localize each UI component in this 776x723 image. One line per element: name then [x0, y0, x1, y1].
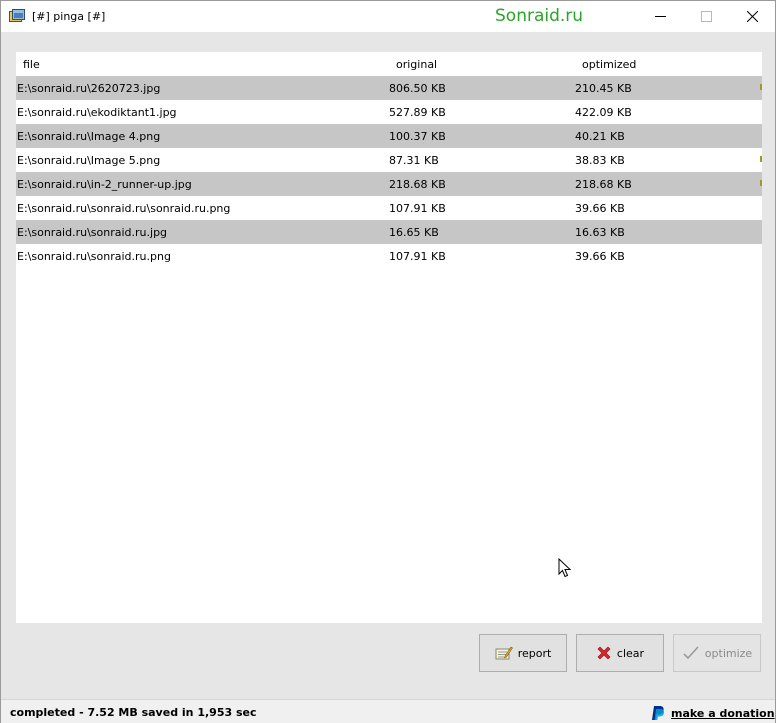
cell-optimized: 40.21 KB	[575, 130, 625, 143]
file-list[interactable]: file original optimized E:\sonraid.ru\26…	[16, 52, 762, 623]
watermark-text: Sonraid.ru	[495, 6, 584, 26]
cell-file: E:\sonraid.ru\in-2_runner-up.jpg	[17, 178, 192, 191]
cell-original: 107.91 KB	[389, 250, 446, 263]
cell-file: E:\sonraid.ru\sonraid.ru\sonraid.ru.png	[17, 202, 231, 215]
cell-file: E:\sonraid.ru\ekodiktant1.jpg	[17, 106, 177, 119]
column-header-optimized[interactable]: optimized	[582, 58, 636, 71]
table-row[interactable]: E:\sonraid.ru\Image 5.png 87.31 KB 38.83…	[16, 148, 762, 172]
cell-original: 107.91 KB	[389, 202, 446, 215]
cell-file: E:\sonraid.ru\Image 4.png	[17, 130, 161, 143]
clear-button[interactable]: clear	[576, 634, 664, 672]
paypal-icon	[652, 706, 665, 720]
clear-x-icon	[597, 646, 611, 660]
cell-original: 218.68 KB	[389, 178, 446, 191]
list-header: file original optimized	[16, 52, 762, 76]
table-row[interactable]: E:\sonraid.ru\sonraid.ru.png 107.91 KB 3…	[16, 244, 762, 268]
cell-file: E:\sonraid.ru\sonraid.ru.jpg	[17, 226, 168, 239]
mouse-cursor-icon	[558, 558, 572, 578]
list-rows: E:\sonraid.ru\2620723.jpg 806.50 KB 210.…	[16, 76, 762, 268]
close-icon	[746, 11, 758, 22]
minimize-button[interactable]	[637, 1, 683, 32]
cell-file: E:\sonraid.ru\2620723.jpg	[17, 82, 161, 95]
row-marker	[760, 156, 762, 162]
cell-optimized: 39.66 KB	[575, 202, 625, 215]
table-row[interactable]: E:\sonraid.ru\in-2_runner-up.jpg 218.68 …	[16, 172, 762, 196]
window-title: [#] pinga [#]	[32, 10, 106, 23]
table-row[interactable]: E:\sonraid.ru\sonraid.ru\sonraid.ru.png …	[16, 196, 762, 220]
clear-label: clear	[616, 646, 645, 660]
maximize-icon	[700, 11, 712, 22]
donate-label: make a donation	[671, 706, 775, 720]
cell-optimized: 218.68 KB	[575, 178, 632, 191]
cell-optimized: 38.83 KB	[575, 154, 625, 167]
cell-optimized: 16.63 KB	[575, 226, 625, 239]
cell-original: 100.37 KB	[389, 130, 446, 143]
report-button[interactable]: report	[479, 634, 567, 672]
report-icon	[495, 646, 513, 660]
table-row[interactable]: E:\sonraid.ru\ekodiktant1.jpg 527.89 KB …	[16, 100, 762, 124]
column-header-file[interactable]: file	[23, 58, 40, 71]
minimize-icon	[654, 16, 666, 17]
app-window: [#] pinga [#] Sonraid.ru file original o…	[0, 0, 776, 723]
row-marker	[760, 180, 762, 186]
cell-original: 806.50 KB	[389, 82, 446, 95]
optimize-label: optimize	[704, 646, 753, 660]
cell-file: E:\sonraid.ru\Image 5.png	[17, 154, 161, 167]
column-header-original[interactable]: original	[396, 58, 437, 71]
cell-original: 527.89 KB	[389, 106, 446, 119]
cell-original: 16.65 KB	[389, 226, 439, 239]
optimize-button[interactable]: optimize	[673, 634, 761, 672]
close-button[interactable]	[729, 1, 775, 32]
title-bar: [#] pinga [#] Sonraid.ru	[1, 1, 775, 32]
app-icon	[9, 9, 25, 22]
cell-optimized: 39.66 KB	[575, 250, 625, 263]
report-label: report	[517, 646, 552, 660]
donate-link[interactable]: make a donation	[651, 705, 775, 721]
cell-file: E:\sonraid.ru\sonraid.ru.png	[17, 250, 171, 263]
table-row[interactable]: E:\sonraid.ru\Image 4.png 100.37 KB 40.2…	[16, 124, 762, 148]
cell-original: 87.31 KB	[389, 154, 439, 167]
table-row[interactable]: E:\sonraid.ru\2620723.jpg 806.50 KB 210.…	[16, 76, 762, 100]
checkmark-icon	[683, 646, 699, 660]
status-text: completed - 7.52 MB saved in 1,953 sec	[10, 706, 257, 719]
cell-optimized: 422.09 KB	[575, 106, 632, 119]
table-row[interactable]: E:\sonraid.ru\sonraid.ru.jpg 16.65 KB 16…	[16, 220, 762, 244]
cell-optimized: 210.45 KB	[575, 82, 632, 95]
maximize-button[interactable]	[683, 1, 729, 32]
status-bar: completed - 7.52 MB saved in 1,953 sec m…	[1, 699, 775, 723]
row-marker	[760, 84, 762, 90]
